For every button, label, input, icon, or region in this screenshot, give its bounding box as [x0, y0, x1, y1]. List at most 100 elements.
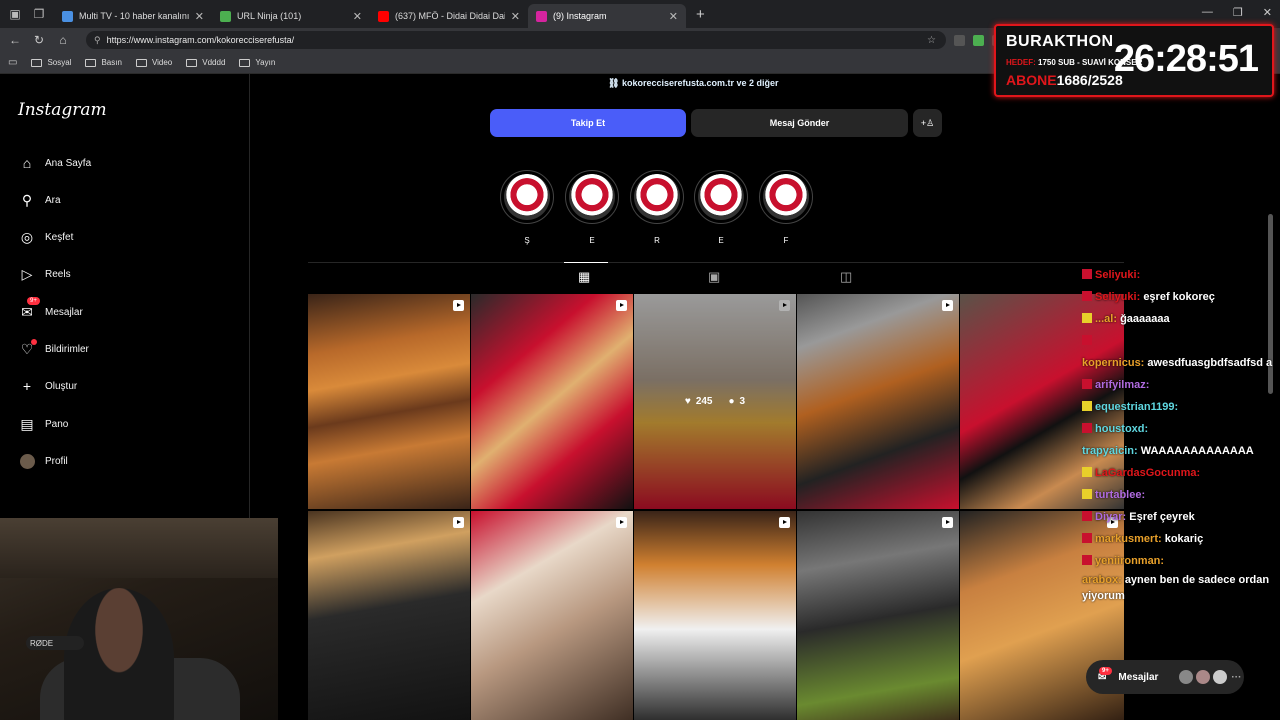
highlight-label: E: [589, 236, 595, 245]
chat-message: Seliyuki:: [1082, 264, 1280, 286]
highlight-ring: [630, 170, 684, 224]
tab-youtube[interactable]: (637) MFÖ - Didai Didai Dai - Türk ✕: [370, 4, 528, 28]
nav-explore[interactable]: ◎ Keşfet: [18, 228, 73, 246]
follow-button[interactable]: Takip Et: [490, 109, 686, 137]
search-icon: ⚲: [21, 191, 33, 208]
chat-user: kopernicus:: [1082, 357, 1145, 369]
instagram-logo[interactable]: Instagram: [18, 100, 107, 120]
post-tile[interactable]: [308, 294, 470, 509]
post-tile[interactable]: [308, 511, 470, 720]
webcam-overlay: RØDE: [0, 518, 278, 720]
bookmark-label: Video: [151, 58, 173, 67]
address-bar[interactable]: ⚲ https://www.instagram.com/kokorecciser…: [86, 31, 946, 49]
reel-icon: [942, 517, 953, 528]
new-tab-icon[interactable]: +: [696, 6, 705, 23]
extension-icon[interactable]: [954, 34, 965, 46]
messages-pill[interactable]: ✉ 9+ Mesajlar ···: [1086, 660, 1244, 694]
post-tile[interactable]: [471, 511, 633, 720]
tab-url-ninja[interactable]: URL Ninja (101) ✕: [212, 4, 370, 28]
chat-user: houstoxd:: [1095, 423, 1149, 435]
profile-tabs: ▦ ▣ ◫: [308, 262, 1124, 292]
nav-profile[interactable]: Profil: [18, 452, 68, 470]
reload-icon[interactable]: ↻: [30, 33, 48, 47]
close-window-icon[interactable]: ✕: [1263, 6, 1272, 19]
add-person-icon: +♙: [920, 117, 935, 128]
nav-messages[interactable]: ✉ 9+ Mesajlar: [18, 297, 83, 321]
message-button[interactable]: Mesaj Gönder: [691, 109, 908, 137]
tab-title: Multi TV - 10 haber kanalını aynı a: [79, 11, 189, 21]
close-icon[interactable]: ✕: [195, 10, 204, 23]
highlight-logo: [634, 174, 680, 220]
highlight-item[interactable]: R: [629, 170, 685, 245]
reels-tab-icon[interactable]: ▣: [708, 269, 720, 285]
suggest-user-button[interactable]: +♙: [913, 109, 942, 137]
bookmark-folder[interactable]: Basın: [85, 58, 122, 67]
grid-icon[interactable]: ▦: [578, 269, 590, 285]
nav-dashboard[interactable]: ▤ Pano: [18, 415, 68, 433]
tab-instagram[interactable]: (9) Instagram ✕: [528, 4, 686, 28]
chat-message: trapyaicin: WAAAAAAAAAAAAA: [1082, 440, 1280, 462]
post-tile[interactable]: [797, 294, 959, 509]
bookmark-star-icon[interactable]: ☆: [927, 35, 936, 46]
highlight-item[interactable]: F: [758, 170, 814, 245]
chat-message: markusmert: kokariç: [1082, 528, 1280, 550]
profile-link-text: kokorecciserefusta.com.tr ve 2 diğer: [621, 78, 779, 88]
profile-link[interactable]: ⛓ kokorecciserefusta.com.tr ve 2 diğer: [608, 78, 779, 89]
post-tile[interactable]: [634, 511, 796, 720]
chat-message: equestrian1199:: [1082, 396, 1280, 418]
close-icon[interactable]: ✕: [669, 10, 678, 23]
comments-value: 3: [739, 396, 746, 407]
microphone: RØDE: [26, 636, 84, 650]
nav-reels[interactable]: ▷ Reels: [18, 265, 71, 283]
chat-message: turtablee:: [1082, 484, 1280, 506]
highlight-item[interactable]: E: [564, 170, 620, 245]
compass-icon: ◎: [20, 228, 34, 245]
chat-user: trapyaicin:: [1082, 445, 1138, 457]
subathon-timer: 26:28:51: [1113, 38, 1259, 80]
highlight-ring: [759, 170, 813, 224]
close-icon[interactable]: ✕: [511, 10, 520, 23]
minimize-icon[interactable]: —: [1202, 6, 1213, 19]
post-tile[interactable]: ♥ 245 ● 3: [634, 294, 796, 509]
bookmark-folder[interactable]: Video: [135, 58, 173, 67]
bookmark-folder[interactable]: Yayın: [239, 58, 275, 67]
nav-create[interactable]: + Oluştur: [18, 377, 77, 395]
nav-search[interactable]: ⚲ Ara: [18, 191, 61, 209]
badge-icon: [1082, 313, 1092, 323]
tab-overview-icon[interactable]: ❐: [30, 5, 48, 23]
reel-icon: [453, 300, 464, 311]
post-tile[interactable]: [797, 511, 959, 720]
highlight-logo: [698, 174, 744, 220]
apps-icon[interactable]: ▭: [8, 57, 17, 68]
recent-avatars: [1176, 670, 1228, 684]
bookmark-folder[interactable]: Sosyal: [31, 58, 71, 67]
site-info-icon[interactable]: ⚲: [94, 35, 101, 46]
folder-icon: [31, 58, 43, 67]
tagged-icon[interactable]: ◫: [840, 269, 852, 285]
link-icon: ⛓: [608, 78, 622, 88]
back-icon[interactable]: ←: [6, 33, 24, 47]
badge-icon: [1082, 511, 1092, 521]
highlight-item[interactable]: Ş: [499, 170, 555, 245]
home-page-icon[interactable]: ⌂: [54, 33, 72, 47]
chat-message: Diyar: Eşref çeyrek: [1082, 506, 1280, 528]
restore-icon[interactable]: ❐: [1233, 6, 1243, 19]
bookmark-label: Basın: [101, 58, 122, 67]
tab-multi-tv[interactable]: Multi TV - 10 haber kanalını aynı a ✕: [54, 4, 212, 28]
goal-label: HEDEF:: [1006, 58, 1036, 67]
nav-home[interactable]: ⌂ Ana Sayfa: [18, 154, 91, 172]
notification-dot: [31, 339, 37, 345]
browser-menu-icon[interactable]: ▣: [6, 5, 24, 23]
chat-user: markusmert:: [1095, 533, 1162, 545]
subathon-title: BURAKTHON: [1006, 33, 1114, 50]
post-tile[interactable]: [471, 294, 633, 509]
bookmark-folder[interactable]: Vdddd: [186, 58, 225, 67]
chat-user: turtablee:: [1095, 489, 1146, 501]
tab-favicon: [62, 10, 73, 22]
chat-message: [1082, 330, 1280, 352]
close-icon[interactable]: ✕: [353, 10, 362, 23]
highlight-item[interactable]: E: [693, 170, 749, 245]
tab-favicon: [220, 10, 231, 22]
nav-notifications[interactable]: ♡ Bildirimler: [18, 339, 89, 358]
extension-icon[interactable]: [973, 34, 984, 46]
